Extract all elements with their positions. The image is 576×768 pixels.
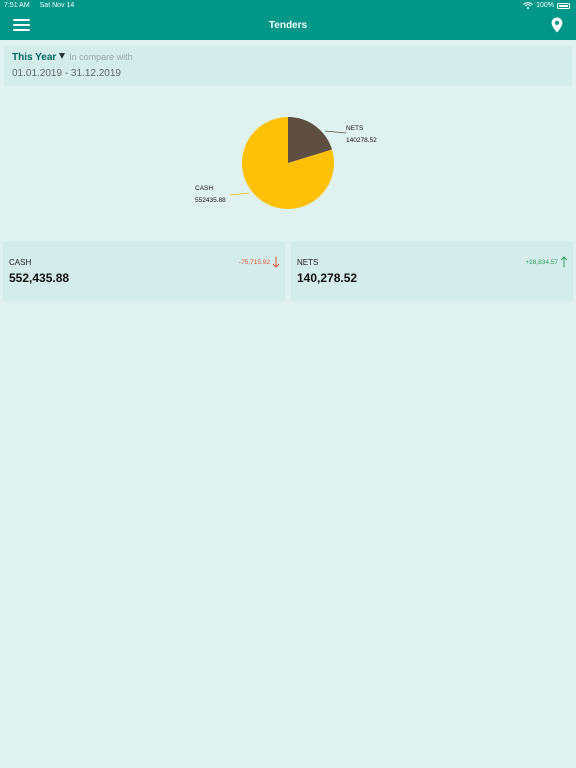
leader-line-cash xyxy=(229,192,250,196)
tenders-pie-chart: CASH 552435.88 NETS 140278.52 xyxy=(0,100,576,230)
caret-down-icon[interactable] xyxy=(59,53,66,59)
compare-with-link[interactable]: In compare with xyxy=(69,52,133,62)
change-value: +28,834.57 xyxy=(525,258,558,266)
wifi-icon xyxy=(523,2,533,9)
period-filter-card: This Year In compare with 01.01.2019 - 3… xyxy=(4,46,572,86)
pie-label-name: NETS xyxy=(346,125,364,132)
page-title: Tenders xyxy=(268,20,308,31)
tender-name: NETS xyxy=(297,258,319,267)
tender-change: -75,715.92 xyxy=(239,256,280,268)
status-date: Sat Nov 14 xyxy=(39,2,75,9)
battery-icon xyxy=(557,2,570,9)
pie-chart-svg: CASH 552435.88 NETS 140278.52 xyxy=(195,117,377,209)
tender-card-cash[interactable]: CASH 552,435.88 -75,715.92 xyxy=(3,241,285,301)
date-range: 01.01.2019 - 31.12.2019 xyxy=(12,68,121,79)
status-time: 7:51 AM xyxy=(4,2,30,9)
change-value: -75,715.92 xyxy=(238,258,270,266)
tender-amount: 140,278.52 xyxy=(297,271,358,285)
pie-label-value: 140278.52 xyxy=(346,137,377,144)
arrow-up-icon xyxy=(560,256,568,268)
app-bar: Tenders xyxy=(0,11,576,40)
status-bar: 7:51 AM Sat Nov 14 100% xyxy=(0,0,576,11)
tender-card-nets[interactable]: NETS 140,278.52 +28,834.57 xyxy=(291,241,573,301)
location-pin-icon[interactable] xyxy=(551,17,563,33)
pie-label-name: CASH xyxy=(195,185,213,192)
tender-name: CASH xyxy=(9,258,32,267)
tender-change: +28,834.57 xyxy=(525,256,568,268)
arrow-down-icon xyxy=(272,256,280,268)
tender-amount: 552,435.88 xyxy=(9,271,70,285)
battery-percent: 100% xyxy=(536,2,554,9)
period-selector[interactable]: This Year xyxy=(12,52,56,63)
pie-label-value: 552435.88 xyxy=(195,197,226,204)
leader-line-nets xyxy=(324,130,347,134)
